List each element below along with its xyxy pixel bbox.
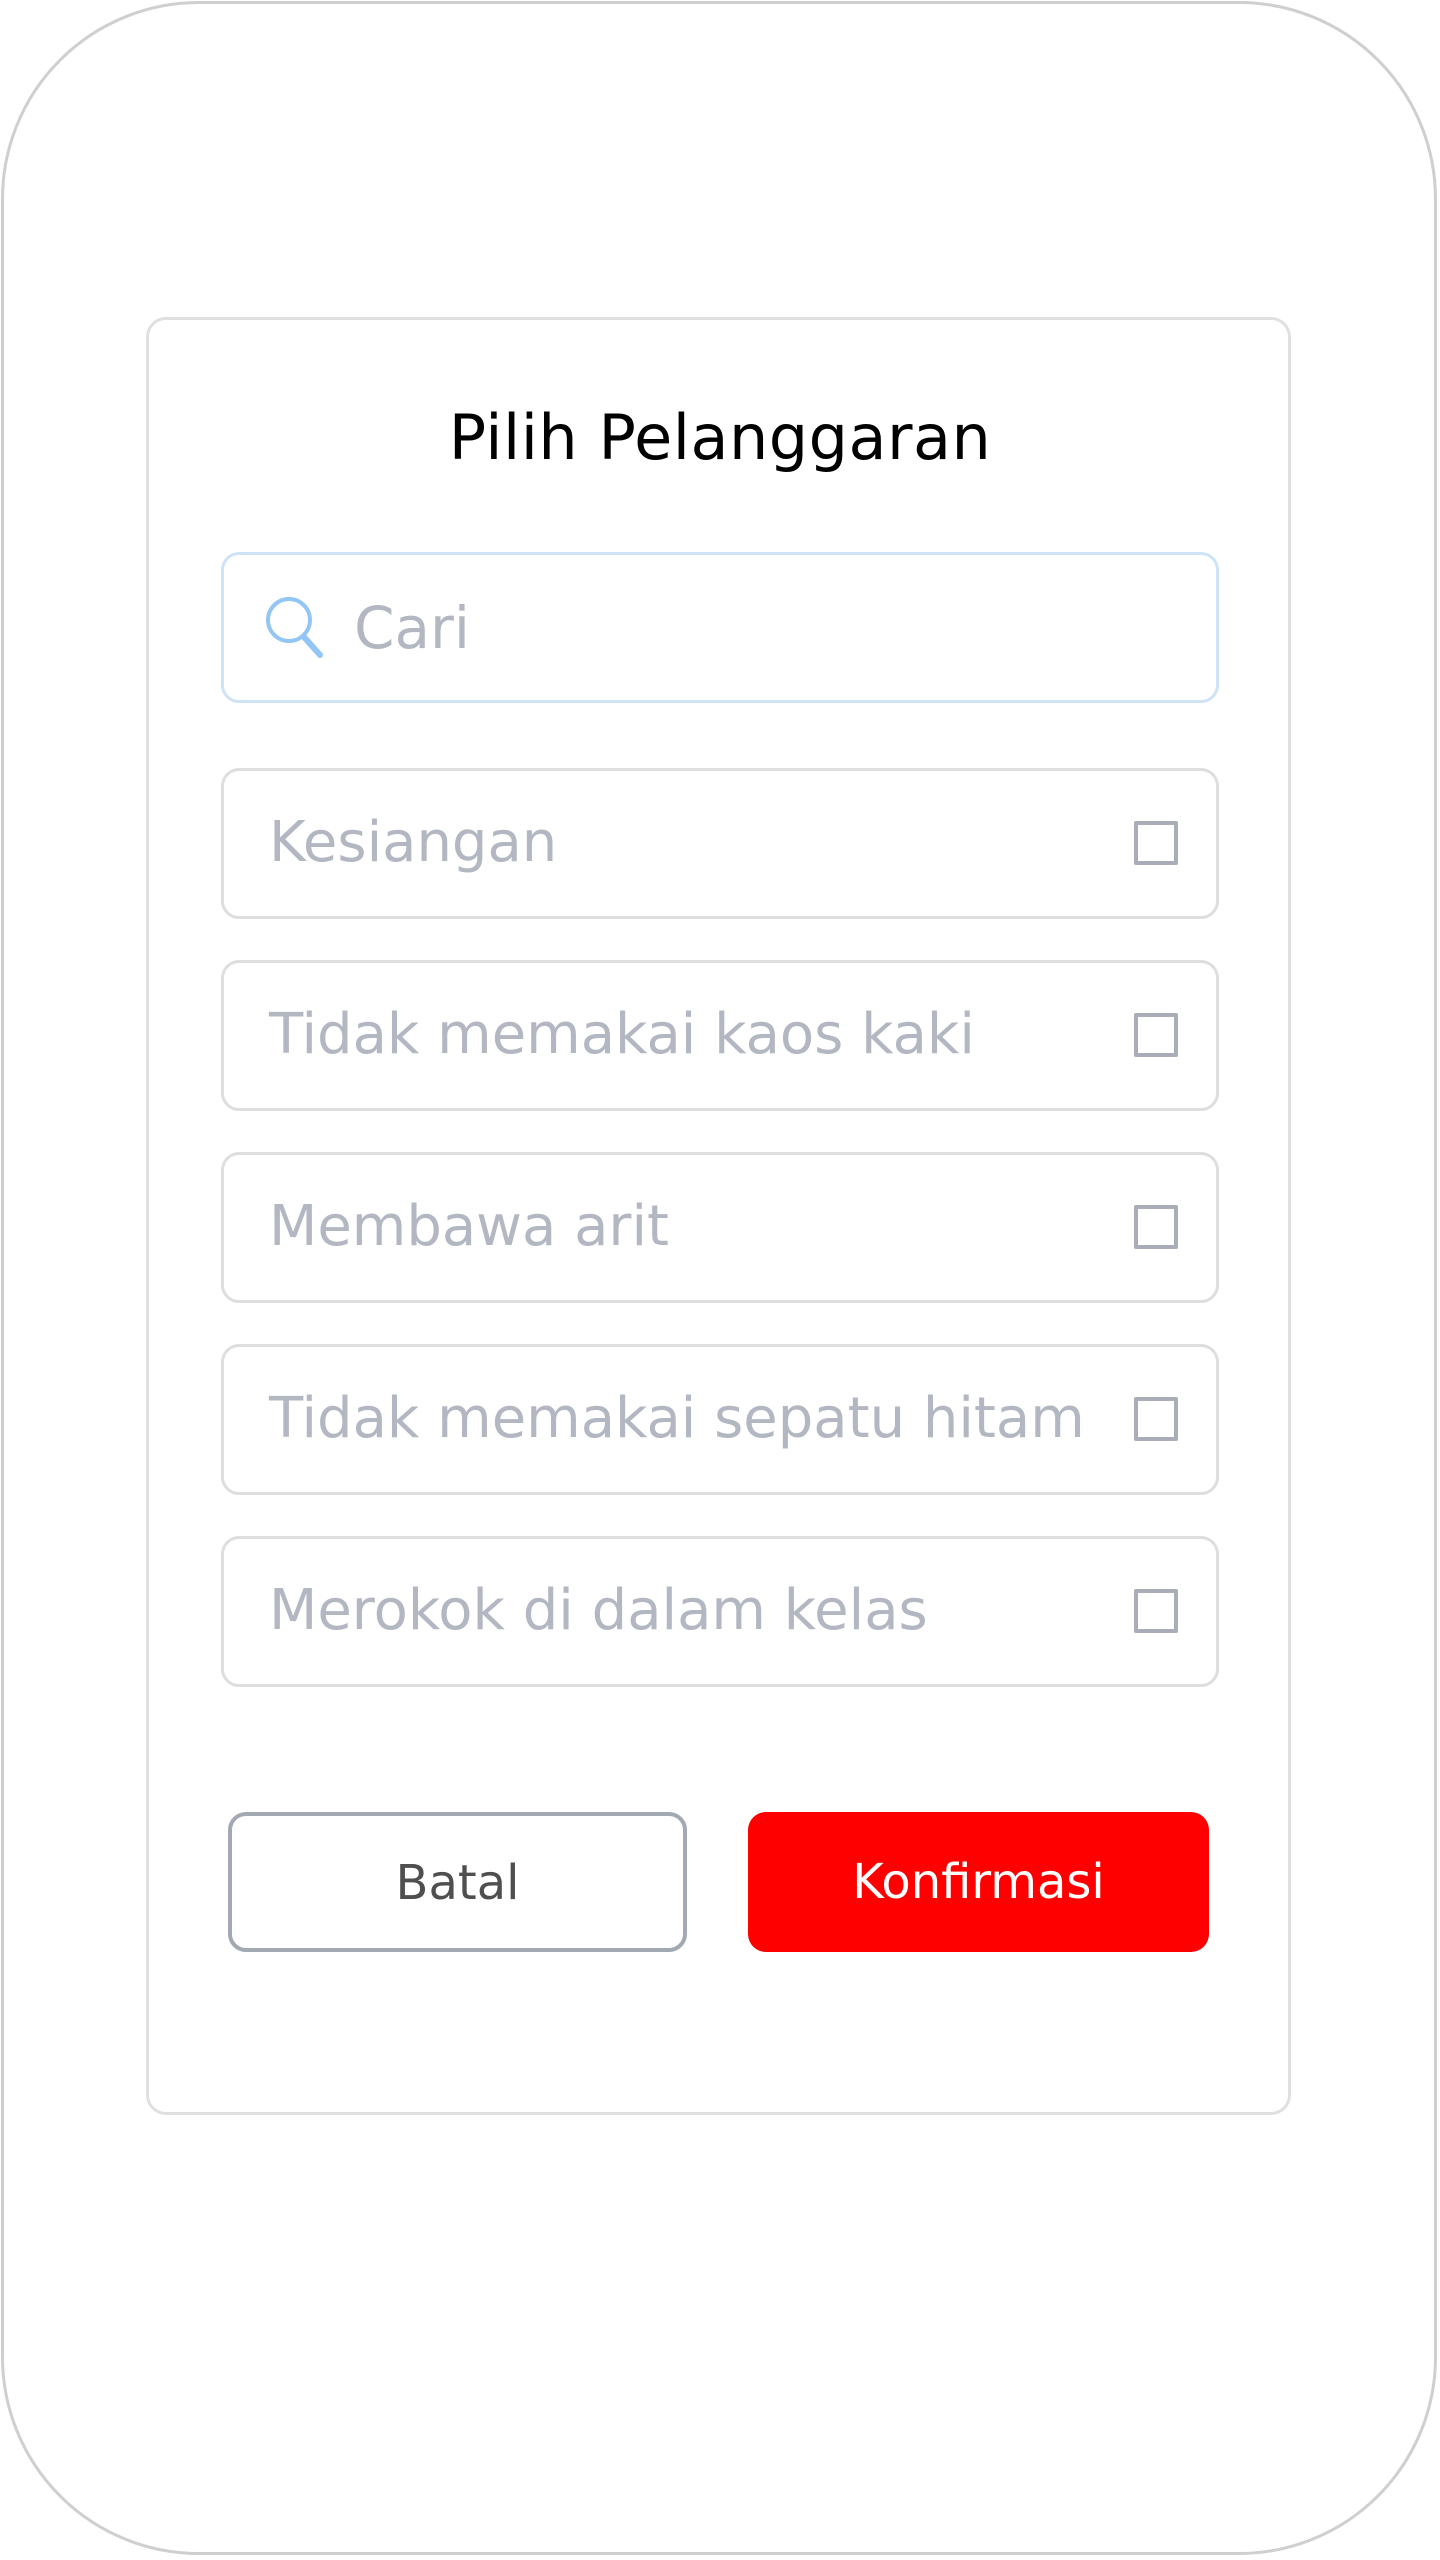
option-label: Kesiangan: [269, 810, 558, 875]
option-checkbox[interactable]: [1134, 1397, 1178, 1441]
option-row-merokok[interactable]: Merokok di dalam kelas: [221, 1536, 1219, 1687]
option-checkbox[interactable]: [1134, 821, 1178, 865]
option-label: Membawa arit: [269, 1194, 669, 1259]
option-row-membawa-arit[interactable]: Membawa arit: [221, 1152, 1219, 1303]
cancel-button[interactable]: Batal: [228, 1812, 687, 1952]
option-label: Tidak memakai kaos kaki: [269, 1002, 975, 1067]
option-label: Merokok di dalam kelas: [269, 1578, 928, 1643]
option-row-sepatu-hitam[interactable]: Tidak memakai sepatu hitam: [221, 1344, 1219, 1495]
option-checkbox[interactable]: [1134, 1589, 1178, 1633]
dialog-title: Pilih Pelanggaran: [448, 401, 992, 474]
option-label: Tidak memakai sepatu hitam: [269, 1386, 1085, 1451]
confirm-button[interactable]: Konfirmasi: [748, 1812, 1209, 1952]
option-checkbox[interactable]: [1134, 1013, 1178, 1057]
search-box[interactable]: [221, 552, 1219, 703]
option-checkbox[interactable]: [1134, 1205, 1178, 1249]
search-input[interactable]: [354, 575, 1174, 680]
option-row-kesiangan[interactable]: Kesiangan: [221, 768, 1219, 919]
search-icon: [262, 593, 332, 665]
option-row-kaos-kaki[interactable]: Tidak memakai kaos kaki: [221, 960, 1219, 1111]
